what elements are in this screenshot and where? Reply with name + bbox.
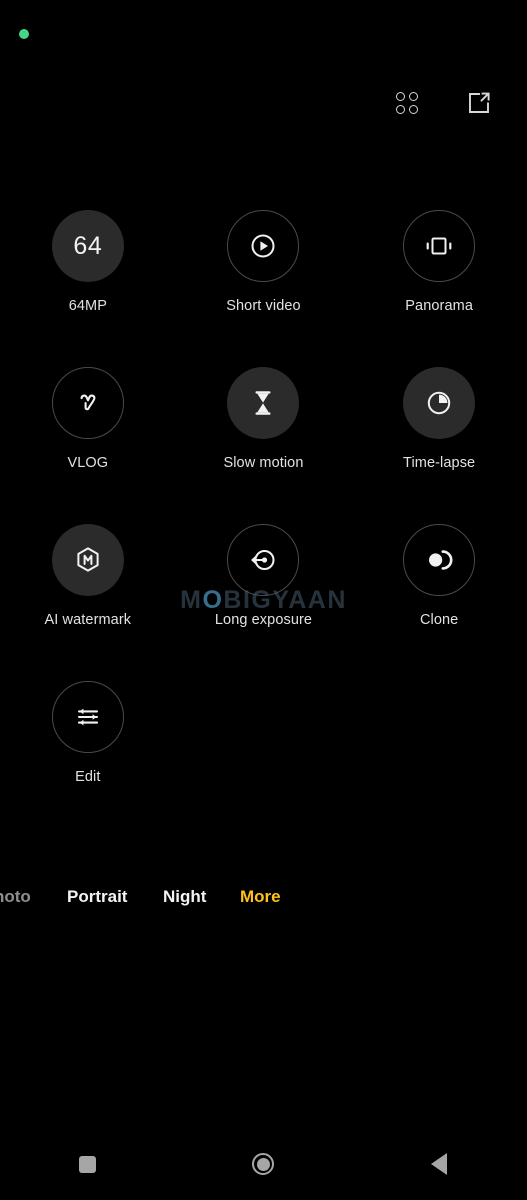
mode-label: Slow motion (223, 455, 304, 471)
top-toolbar (0, 80, 527, 126)
mode-tab-night[interactable]: Night (163, 887, 206, 907)
back-button[interactable] (410, 1135, 468, 1193)
clone-icon (403, 524, 476, 596)
mode-item-clone[interactable]: Clone (351, 524, 527, 681)
mode-label: Clone (419, 612, 459, 628)
edit-tune-icon (51, 681, 124, 753)
64mp-badge-text: 64 (73, 231, 103, 260)
circle-icon (252, 1153, 275, 1175)
vlog-icon (51, 367, 124, 439)
mode-tab-more[interactable]: More (240, 887, 281, 907)
long-exposure-icon (227, 524, 300, 596)
edit-square-icon (466, 90, 492, 116)
64mp-icon: 64 (51, 210, 124, 282)
mode-label: Long exposure (214, 612, 313, 628)
mode-label: Short video (226, 298, 301, 314)
mode-item-short-video[interactable]: Short video (176, 210, 352, 367)
edit-modes-button[interactable] (463, 87, 495, 119)
mode-tab-portrait[interactable]: Portrait (67, 887, 127, 907)
grid-icon (396, 92, 418, 114)
slow-motion-icon (227, 367, 300, 439)
mode-tab-photo[interactable]: hoto (0, 887, 31, 907)
modes-grid-button[interactable] (391, 87, 423, 119)
mode-item-ai-watermark[interactable]: AI watermark (0, 524, 176, 681)
camera-modes-grid: 64 64MP Short video Panorama VLOG Slow m… (0, 210, 527, 838)
time-lapse-icon (403, 367, 476, 439)
mode-label: VLOG (67, 455, 109, 471)
recents-button[interactable] (59, 1135, 117, 1193)
android-navigation-bar (0, 1128, 527, 1200)
ai-watermark-icon (51, 524, 124, 596)
camera-in-use-dot (19, 29, 29, 39)
mode-item-edit[interactable]: Edit (0, 681, 176, 838)
mode-item-panorama[interactable]: Panorama (351, 210, 527, 367)
camera-mode-strip[interactable]: hoto Portrait Night More (0, 878, 527, 918)
status-bar (0, 0, 527, 62)
short-video-icon (227, 210, 300, 282)
mode-item-vlog[interactable]: VLOG (0, 367, 176, 524)
mode-label: Edit (75, 769, 101, 785)
panorama-icon (403, 210, 476, 282)
mode-item-slow-motion[interactable]: Slow motion (176, 367, 352, 524)
mode-item-64mp[interactable]: 64 64MP (0, 210, 176, 367)
home-button[interactable] (234, 1135, 292, 1193)
mode-label: 64MP (68, 298, 107, 314)
triangle-left-icon (431, 1153, 448, 1175)
mode-item-long-exposure[interactable]: Long exposure (176, 524, 352, 681)
square-icon (79, 1155, 97, 1173)
mode-label: Time-lapse (403, 455, 476, 471)
mode-item-time-lapse[interactable]: Time-lapse (351, 367, 527, 524)
mode-label: AI watermark (44, 612, 132, 628)
mode-label: Panorama (405, 298, 473, 314)
